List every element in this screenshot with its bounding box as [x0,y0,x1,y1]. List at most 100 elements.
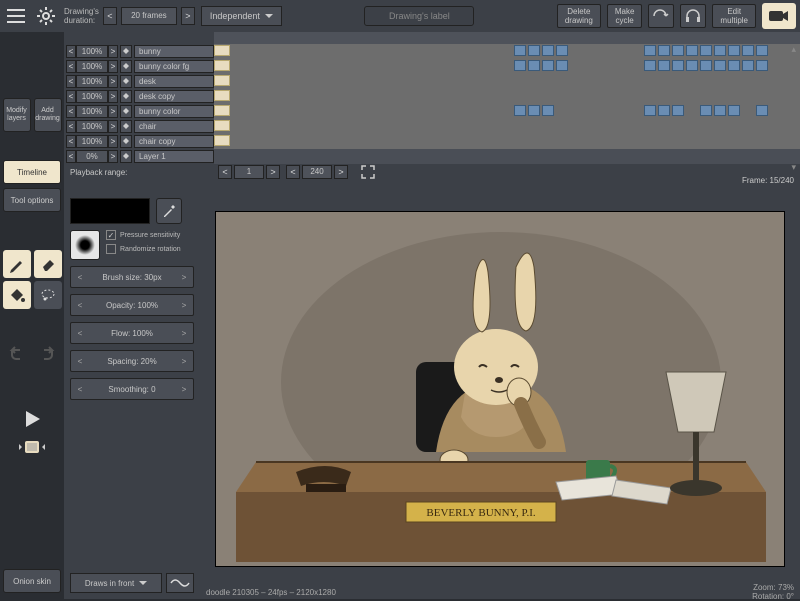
duration-prev-button[interactable]: < [103,7,117,25]
pressure-sensitivity-checkbox[interactable]: ✓Pressure sensitivity [106,230,181,240]
timeline-cel[interactable] [714,60,726,71]
timeline-cel[interactable] [214,135,230,146]
playback-to-value[interactable]: 240 [302,165,332,179]
hamburger-menu-icon[interactable] [4,4,28,28]
timeline-cel[interactable] [714,45,726,56]
playback-to-prev[interactable]: < [286,165,300,179]
layer-visibility-icon[interactable] [120,120,132,133]
timeline-cel[interactable] [556,45,568,56]
layer-visibility-icon[interactable] [120,105,132,118]
layer-track[interactable] [214,149,800,164]
eraser-tool[interactable] [34,250,62,278]
timeline-cel[interactable] [556,60,568,71]
spacing-param[interactable]: <Spacing: 20%> [70,350,194,372]
timeline-cel[interactable] [542,105,554,116]
smoothing-param[interactable]: <Smoothing: 0> [70,378,194,400]
timeline-cel[interactable] [644,45,656,56]
timeline-cel[interactable] [742,60,754,71]
timeline-cel[interactable] [700,105,712,116]
play-button[interactable] [17,404,47,434]
layer-opacity[interactable]: <100%> [66,105,118,118]
cel-mode-dropdown[interactable]: Independent [201,6,282,26]
layer-name[interactable]: chair copy [134,135,214,148]
playback-to-next[interactable]: > [334,165,348,179]
timeline-ruler[interactable] [214,32,800,44]
layer-track[interactable] [214,119,800,134]
timeline-cel[interactable] [742,45,754,56]
timeline-cel[interactable] [214,120,230,131]
layer-visibility-icon[interactable] [120,90,132,103]
onion-skin-button[interactable]: Onion skin [3,569,61,593]
opacity-param[interactable]: <Opacity: 100%> [70,294,194,316]
timeline-cel[interactable] [672,105,684,116]
layer-opacity[interactable]: <100%> [66,60,118,73]
headphones-icon[interactable] [680,4,706,28]
layer-opacity[interactable]: <100%> [66,75,118,88]
brush-tool[interactable] [3,250,31,278]
timeline-cel[interactable] [728,105,740,116]
timeline-cel[interactable] [686,45,698,56]
draws-mode-dropdown[interactable]: Draws in front [70,573,162,593]
layer-track[interactable] [214,89,800,104]
edit-multiple-button[interactable]: Editmultiple [712,4,756,28]
playback-from-next[interactable]: > [266,165,280,179]
modify-layers-button[interactable]: Modifylayers [3,98,31,132]
scroll-down-icon[interactable]: ▾ [791,162,796,173]
layer-name[interactable]: bunny color [134,105,214,118]
randomize-rotation-checkbox[interactable]: Randomize rotation [106,244,181,254]
flow-param[interactable]: <Flow: 100%> [70,322,194,344]
redo-button[interactable] [36,342,60,366]
timeline-cel[interactable] [528,105,540,116]
layer-track[interactable] [214,44,800,59]
layer-visibility-icon[interactable] [120,150,132,163]
layer-opacity[interactable]: <100%> [66,90,118,103]
timeline-cel[interactable] [542,45,554,56]
playback-from-value[interactable]: 1 [234,165,264,179]
tool-options-tab[interactable]: Tool options [3,188,61,212]
timeline-cel[interactable] [214,90,230,101]
layer-visibility-icon[interactable] [120,135,132,148]
timeline-cel[interactable] [728,60,740,71]
timeline-cel[interactable] [672,45,684,56]
duration-next-button[interactable]: > [181,7,195,25]
add-drawing-button[interactable]: Adddrawing [34,98,62,132]
timeline-tab[interactable]: Timeline [3,160,61,184]
timeline-cel[interactable] [528,60,540,71]
layer-name[interactable]: desk [134,75,214,88]
layer-name[interactable]: desk copy [134,90,214,103]
lasso-tool[interactable] [34,281,62,309]
delete-drawing-button[interactable]: Deletedrawing [557,4,601,28]
timeline-cel[interactable] [658,45,670,56]
timeline-cel[interactable] [658,105,670,116]
eyedropper-button[interactable] [156,198,182,224]
layer-name[interactable]: chair [134,120,214,133]
layer-visibility-icon[interactable] [120,75,132,88]
brush-preview[interactable] [70,230,100,260]
layer-visibility-icon[interactable] [120,60,132,73]
timeline-cel[interactable] [514,105,526,116]
layer-opacity[interactable]: <100%> [66,135,118,148]
drawings-label-input[interactable]: Drawing's label [364,6,474,26]
layer-track[interactable] [214,74,800,89]
timeline-cel[interactable] [728,45,740,56]
make-cycle-button[interactable]: Makecycle [607,4,643,28]
canvas-viewport[interactable]: BEVERLY BUNNY, P.I. [200,192,800,585]
timeline-cel[interactable] [756,60,768,71]
layer-opacity[interactable]: <100%> [66,45,118,58]
timeline-cel[interactable] [644,60,656,71]
layer-name[interactable]: bunny color fg [134,60,214,73]
timeline-cel[interactable] [756,105,768,116]
timeline-cel[interactable] [672,60,684,71]
duration-value[interactable]: 20 frames [121,7,177,25]
layer-track[interactable] [214,59,800,74]
timeline-cel[interactable] [514,45,526,56]
layer-visibility-icon[interactable] [120,45,132,58]
flip-icon[interactable] [648,4,674,28]
expand-icon[interactable] [360,164,376,180]
color-swatch[interactable] [70,198,150,224]
camera-button[interactable] [762,3,796,29]
settings-gear-icon[interactable] [34,4,58,28]
timeline-cel[interactable] [700,60,712,71]
layer-track[interactable] [214,104,800,119]
timeline-cel[interactable] [714,105,726,116]
